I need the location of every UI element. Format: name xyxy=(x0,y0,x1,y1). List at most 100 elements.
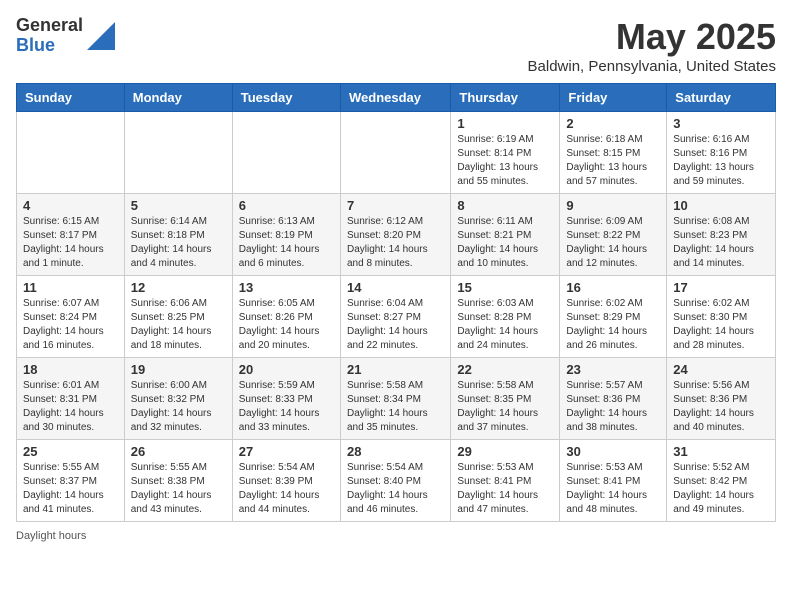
day-info: Sunrise: 6:02 AM Sunset: 8:29 PM Dayligh… xyxy=(566,297,660,353)
day-info: Sunrise: 6:07 AM Sunset: 8:24 PM Dayligh… xyxy=(23,297,118,353)
day-number: 24 xyxy=(673,362,769,377)
calendar-cell: 3 Sunrise: 6:16 AM Sunset: 8:16 PM Daylig… xyxy=(667,112,776,194)
calendar-cell: 1 Sunrise: 6:19 AM Sunset: 8:14 PM Daylig… xyxy=(451,112,560,194)
day-number: 26 xyxy=(131,444,226,459)
calendar-cell: 10 Sunrise: 6:08 AM Sunset: 8:23 PM Dayli… xyxy=(667,194,776,276)
day-info: Sunrise: 6:06 AM Sunset: 8:25 PM Dayligh… xyxy=(131,297,226,353)
day-info: Sunrise: 6:08 AM Sunset: 8:23 PM Dayligh… xyxy=(673,215,769,271)
page-header: General Blue May 2025 Baldwin, Pennsylva… xyxy=(16,16,776,75)
calendar-cell: 9 Sunrise: 6:09 AM Sunset: 8:22 PM Daylig… xyxy=(560,194,667,276)
day-number: 16 xyxy=(566,280,660,295)
day-number: 11 xyxy=(23,280,118,295)
column-header-friday: Friday xyxy=(560,84,667,112)
calendar-cell: 15 Sunrise: 6:03 AM Sunset: 8:28 PM Dayli… xyxy=(451,276,560,358)
calendar-cell: 18 Sunrise: 6:01 AM Sunset: 8:31 PM Dayli… xyxy=(17,358,125,440)
column-header-wednesday: Wednesday xyxy=(340,84,450,112)
day-number: 21 xyxy=(347,362,444,377)
column-header-saturday: Saturday xyxy=(667,84,776,112)
calendar-cell: 27 Sunrise: 5:54 AM Sunset: 8:39 PM Dayli… xyxy=(232,440,340,522)
day-number: 6 xyxy=(239,198,334,213)
footer: Daylight hours xyxy=(16,530,776,542)
calendar-cell: 17Sunrise: 6:02 AM Sunset: 8:30 PM Dayli… xyxy=(667,276,776,358)
day-info: Sunrise: 5:53 AM Sunset: 8:41 PM Dayligh… xyxy=(566,461,660,517)
calendar-cell: 23 Sunrise: 5:57 AM Sunset: 8:36 PM Dayli… xyxy=(560,358,667,440)
day-number: 8 xyxy=(457,198,553,213)
logo: General Blue xyxy=(16,16,115,56)
day-number: 27 xyxy=(239,444,334,459)
calendar-cell: 13 Sunrise: 6:05 AM Sunset: 8:26 PM Dayli… xyxy=(232,276,340,358)
day-info: Sunrise: 6:13 AM Sunset: 8:19 PM Dayligh… xyxy=(239,215,334,271)
day-info: Sunrise: 6:12 AM Sunset: 8:20 PM Dayligh… xyxy=(347,215,444,271)
day-info: Sunrise: 6:03 AM Sunset: 8:28 PM Dayligh… xyxy=(457,297,553,353)
logo-icon xyxy=(87,22,115,50)
day-number: 19 xyxy=(131,362,226,377)
day-info: Sunrise: 5:55 AM Sunset: 8:38 PM Dayligh… xyxy=(131,461,226,517)
day-info: Sunrise: 6:18 AM Sunset: 8:15 PM Dayligh… xyxy=(566,133,660,189)
calendar-cell xyxy=(232,112,340,194)
calendar-cell: 14Sunrise: 6:04 AM Sunset: 8:27 PM Dayli… xyxy=(340,276,450,358)
day-info: Sunrise: 6:04 AM Sunset: 8:27 PM Dayligh… xyxy=(347,297,444,353)
calendar-table: SundayMondayTuesdayWednesdayThursdayFrid… xyxy=(16,83,776,522)
calendar-cell: 8 Sunrise: 6:11 AM Sunset: 8:21 PM Daylig… xyxy=(451,194,560,276)
daylight-label: Daylight hours xyxy=(16,530,86,542)
day-info: Sunrise: 6:16 AM Sunset: 8:16 PM Dayligh… xyxy=(673,133,769,189)
calendar-cell: 24 Sunrise: 5:56 AM Sunset: 8:36 PM Dayli… xyxy=(667,358,776,440)
day-number: 17 xyxy=(673,280,769,295)
calendar-cell: 28Sunrise: 5:54 AM Sunset: 8:40 PM Dayli… xyxy=(340,440,450,522)
day-number: 18 xyxy=(23,362,118,377)
calendar-cell: 31Sunrise: 5:52 AM Sunset: 8:42 PM Dayli… xyxy=(667,440,776,522)
calendar-cell xyxy=(124,112,232,194)
day-info: Sunrise: 5:56 AM Sunset: 8:36 PM Dayligh… xyxy=(673,379,769,435)
day-info: Sunrise: 6:14 AM Sunset: 8:18 PM Dayligh… xyxy=(131,215,226,271)
day-number: 15 xyxy=(457,280,553,295)
day-info: Sunrise: 6:19 AM Sunset: 8:14 PM Dayligh… xyxy=(457,133,553,189)
day-info: Sunrise: 5:58 AM Sunset: 8:35 PM Dayligh… xyxy=(457,379,553,435)
day-info: Sunrise: 6:01 AM Sunset: 8:31 PM Dayligh… xyxy=(23,379,118,435)
day-number: 29 xyxy=(457,444,553,459)
calendar-cell: 29 Sunrise: 5:53 AM Sunset: 8:41 PM Dayli… xyxy=(451,440,560,522)
calendar-cell: 11 Sunrise: 6:07 AM Sunset: 8:24 PM Dayli… xyxy=(17,276,125,358)
calendar-cell: 20 Sunrise: 5:59 AM Sunset: 8:33 PM Dayli… xyxy=(232,358,340,440)
title-area: May 2025 Baldwin, Pennsylvania, United S… xyxy=(528,16,776,75)
month-year-title: May 2025 xyxy=(528,16,776,58)
logo-general: General xyxy=(16,16,83,36)
day-info: Sunrise: 6:05 AM Sunset: 8:26 PM Dayligh… xyxy=(239,297,334,353)
day-number: 9 xyxy=(566,198,660,213)
day-info: Sunrise: 5:55 AM Sunset: 8:37 PM Dayligh… xyxy=(23,461,118,517)
day-number: 30 xyxy=(566,444,660,459)
calendar-header-row: SundayMondayTuesdayWednesdayThursdayFrid… xyxy=(17,84,776,112)
calendar-week-1: 1 Sunrise: 6:19 AM Sunset: 8:14 PM Daylig… xyxy=(17,112,776,194)
day-info: Sunrise: 5:53 AM Sunset: 8:41 PM Dayligh… xyxy=(457,461,553,517)
day-number: 4 xyxy=(23,198,118,213)
day-info: Sunrise: 5:59 AM Sunset: 8:33 PM Dayligh… xyxy=(239,379,334,435)
calendar-cell: 25Sunrise: 5:55 AM Sunset: 8:37 PM Dayli… xyxy=(17,440,125,522)
day-info: Sunrise: 5:58 AM Sunset: 8:34 PM Dayligh… xyxy=(347,379,444,435)
day-number: 1 xyxy=(457,116,553,131)
calendar-cell: 26 Sunrise: 5:55 AM Sunset: 8:38 PM Dayli… xyxy=(124,440,232,522)
day-number: 12 xyxy=(131,280,226,295)
column-header-tuesday: Tuesday xyxy=(232,84,340,112)
column-header-sunday: Sunday xyxy=(17,84,125,112)
calendar-cell: 7 Sunrise: 6:12 AM Sunset: 8:20 PM Daylig… xyxy=(340,194,450,276)
day-number: 7 xyxy=(347,198,444,213)
column-header-monday: Monday xyxy=(124,84,232,112)
day-info: Sunrise: 5:57 AM Sunset: 8:36 PM Dayligh… xyxy=(566,379,660,435)
day-number: 10 xyxy=(673,198,769,213)
calendar-cell: 30 Sunrise: 5:53 AM Sunset: 8:41 PM Dayli… xyxy=(560,440,667,522)
day-info: Sunrise: 5:52 AM Sunset: 8:42 PM Dayligh… xyxy=(673,461,769,517)
calendar-cell: 21 Sunrise: 5:58 AM Sunset: 8:34 PM Dayli… xyxy=(340,358,450,440)
day-info: Sunrise: 5:54 AM Sunset: 8:39 PM Dayligh… xyxy=(239,461,334,517)
calendar-cell xyxy=(17,112,125,194)
day-number: 5 xyxy=(131,198,226,213)
day-number: 23 xyxy=(566,362,660,377)
calendar-cell: 4Sunrise: 6:15 AM Sunset: 8:17 PM Daylig… xyxy=(17,194,125,276)
day-number: 2 xyxy=(566,116,660,131)
day-info: Sunrise: 6:11 AM Sunset: 8:21 PM Dayligh… xyxy=(457,215,553,271)
day-info: Sunrise: 6:00 AM Sunset: 8:32 PM Dayligh… xyxy=(131,379,226,435)
calendar-week-2: 4Sunrise: 6:15 AM Sunset: 8:17 PM Daylig… xyxy=(17,194,776,276)
day-info: Sunrise: 6:09 AM Sunset: 8:22 PM Dayligh… xyxy=(566,215,660,271)
logo-text: General Blue xyxy=(16,16,83,56)
day-number: 3 xyxy=(673,116,769,131)
day-number: 20 xyxy=(239,362,334,377)
day-number: 13 xyxy=(239,280,334,295)
